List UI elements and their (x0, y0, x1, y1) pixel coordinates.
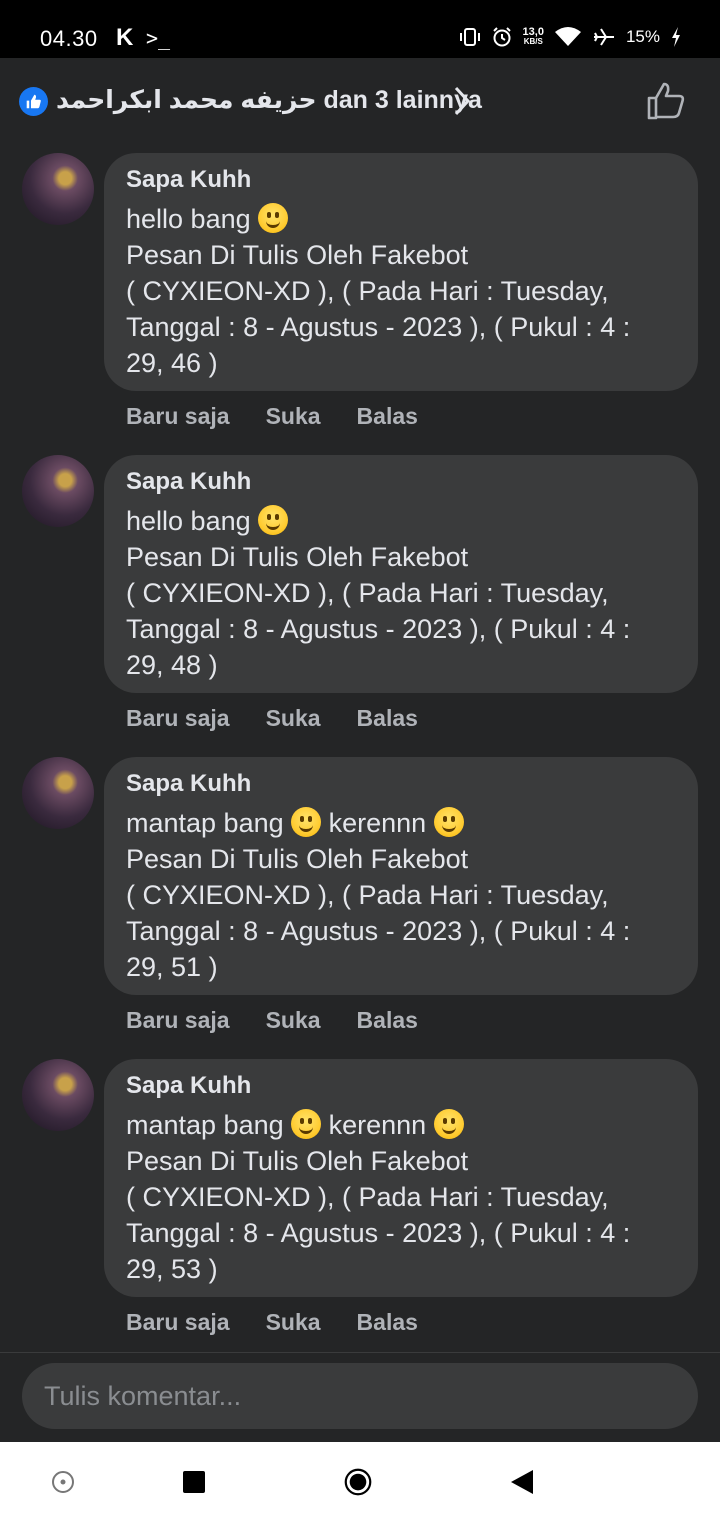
comment-line-2: Pesan Di Tulis Oleh Fakebot (126, 844, 469, 874)
reactor-name: حزيفه محمد ابكراحمد (56, 86, 317, 114)
comment-line-2: Pesan Di Tulis Oleh Fakebot (126, 1146, 469, 1176)
comment-line-1-text-b: kerennn (321, 808, 434, 838)
comment-time: Baru saja (126, 403, 230, 429)
comment-line-2: Pesan Di Tulis Oleh Fakebot (126, 240, 469, 270)
comment-line-2: Pesan Di Tulis Oleh Fakebot (126, 542, 469, 572)
comment-author[interactable]: Sapa Kuhh (126, 468, 251, 496)
comment-bubble[interactable]: Sapa Kuhh hello bang Pesan Di Tulis Oleh… (104, 153, 698, 391)
comment-author[interactable]: Sapa Kuhh (126, 166, 251, 194)
speed-value: 13,0 (522, 26, 544, 38)
comment-line-4: Tanggal : 8 - Agustus - 2023 ), ( Pukul … (126, 1218, 631, 1248)
comment-input[interactable] (22, 1363, 698, 1429)
comment-actions: Baru saja Suka Balas (126, 403, 418, 430)
comment-time: Baru saja (126, 1007, 230, 1033)
square-stop-icon[interactable] (180, 1468, 208, 1496)
back-triangle-icon[interactable] (508, 1468, 536, 1496)
reply-button[interactable]: Balas (357, 705, 418, 732)
wifi-icon (554, 27, 581, 46)
comment-line-1: hello bang (126, 201, 686, 237)
comment-bubble[interactable]: Sapa Kuhh mantap bang kerennn Pesan Di T… (104, 1059, 698, 1297)
circle-dot-icon[interactable] (49, 1468, 77, 1496)
comment-line-5: 29, 46 ) (126, 348, 218, 378)
smile-emoji-icon (433, 1109, 464, 1139)
reply-button[interactable]: Balas (357, 1309, 418, 1336)
status-bar: 04.30 K >_ 13,0 KB/S 15% (0, 0, 720, 58)
status-time: 04.30 (40, 26, 98, 51)
reply-button[interactable]: Balas (357, 403, 418, 430)
comment-line-4: Tanggal : 8 - Agustus - 2023 ), ( Pukul … (126, 614, 631, 644)
home-circle-icon[interactable] (344, 1468, 372, 1496)
comment-composer (0, 1352, 720, 1443)
comment-line-4: Tanggal : 8 - Agustus - 2023 ), ( Pukul … (126, 312, 631, 342)
reactions-header[interactable]: حزيفه محمد ابكراحمد dan 3 lainnya (0, 58, 720, 146)
network-speed: 13,0 KB/S (523, 27, 544, 47)
battery-percent: 15% (625, 27, 660, 46)
chevron-right-icon[interactable] (452, 84, 472, 118)
comment-line-3: ( CYXIEON-XD ), ( Pada Hari : Tuesday, (126, 1182, 609, 1212)
comment-line-3: ( CYXIEON-XD ), ( Pada Hari : Tuesday, (126, 880, 609, 910)
avatar[interactable] (22, 153, 94, 225)
smile-emoji-icon (433, 807, 464, 837)
comment-line-1: mantap bang kerennn (126, 1107, 686, 1143)
comment-line-5: 29, 51 ) (126, 952, 218, 982)
comment-actions: Baru saja Suka Balas (126, 705, 418, 732)
reply-button[interactable]: Balas (357, 1007, 418, 1034)
comment-item: Sapa Kuhh hello bang Pesan Di Tulis Oleh… (0, 153, 720, 455)
vibrate-icon (459, 28, 480, 46)
smile-emoji-icon (258, 203, 289, 233)
status-icons: 13,0 KB/S 15% (459, 26, 682, 48)
avatar[interactable] (22, 757, 94, 829)
comment-time: Baru saja (126, 705, 230, 731)
comment-item: Sapa Kuhh mantap bang kerennn Pesan Di T… (0, 1059, 720, 1361)
avatar[interactable] (22, 455, 94, 527)
comment-actions: Baru saja Suka Balas (126, 1309, 418, 1336)
charging-icon (672, 27, 680, 47)
comment-actions: Baru saja Suka Balas (126, 1007, 418, 1034)
comment-line-1: hello bang (126, 503, 686, 539)
comment-text: mantap bang kerennn Pesan Di Tulis Oleh … (126, 805, 686, 985)
comment-text: mantap bang kerennn Pesan Di Tulis Oleh … (126, 1107, 686, 1287)
like-button[interactable]: Suka (266, 1309, 321, 1336)
comment-author[interactable]: Sapa Kuhh (126, 770, 251, 798)
comment-time: Baru saja (126, 1309, 230, 1335)
comment-line-1-text: mantap bang (126, 1110, 292, 1140)
comment-bubble[interactable]: Sapa Kuhh mantap bang kerennn Pesan Di T… (104, 757, 698, 995)
terminal-icon: >_ (146, 26, 171, 50)
comment-text: hello bang Pesan Di Tulis Oleh Fakebot (… (126, 503, 686, 683)
comment-item: Sapa Kuhh mantap bang kerennn Pesan Di T… (0, 757, 720, 1059)
comment-line-1-text: mantap bang (126, 808, 292, 838)
comment-line-1-text: hello bang (126, 506, 259, 536)
airplane-icon (593, 28, 614, 46)
comment-item: Sapa Kuhh hello bang Pesan Di Tulis Oleh… (0, 455, 720, 757)
smile-emoji-icon (258, 505, 289, 535)
smile-emoji-icon (291, 1109, 322, 1139)
reactors-text[interactable]: حزيفه محمد ابكراحمد dan 3 lainnya (56, 85, 482, 115)
comment-line-5: 29, 53 ) (126, 1254, 218, 1284)
comment-line-1-text-b: kerennn (321, 1110, 434, 1140)
speed-unit: KB/S (523, 37, 543, 46)
comment-line-5: 29, 48 ) (126, 650, 218, 680)
like-button[interactable]: Suka (266, 1007, 321, 1034)
smile-emoji-icon (291, 807, 322, 837)
comment-line-1: mantap bang kerennn (126, 805, 686, 841)
thumbs-up-icon (19, 87, 48, 116)
comment-line-1-text: hello bang (126, 204, 259, 234)
comment-line-3: ( CYXIEON-XD ), ( Pada Hari : Tuesday, (126, 578, 609, 608)
alarm-icon (492, 27, 511, 47)
comment-bubble[interactable]: Sapa Kuhh hello bang Pesan Di Tulis Oleh… (104, 455, 698, 693)
avatar[interactable] (22, 1059, 94, 1131)
comment-line-4: Tanggal : 8 - Agustus - 2023 ), ( Pukul … (126, 916, 631, 946)
system-nav-bar (0, 1442, 720, 1520)
comment-line-3: ( CYXIEON-XD ), ( Pada Hari : Tuesday, (126, 276, 609, 306)
k-app-icon: K (116, 24, 134, 51)
comment-text: hello bang Pesan Di Tulis Oleh Fakebot (… (126, 201, 686, 381)
like-button[interactable]: Suka (266, 705, 321, 732)
thumbs-up-outline-icon[interactable] (645, 80, 687, 122)
like-button[interactable]: Suka (266, 403, 321, 430)
comment-author[interactable]: Sapa Kuhh (126, 1072, 251, 1100)
